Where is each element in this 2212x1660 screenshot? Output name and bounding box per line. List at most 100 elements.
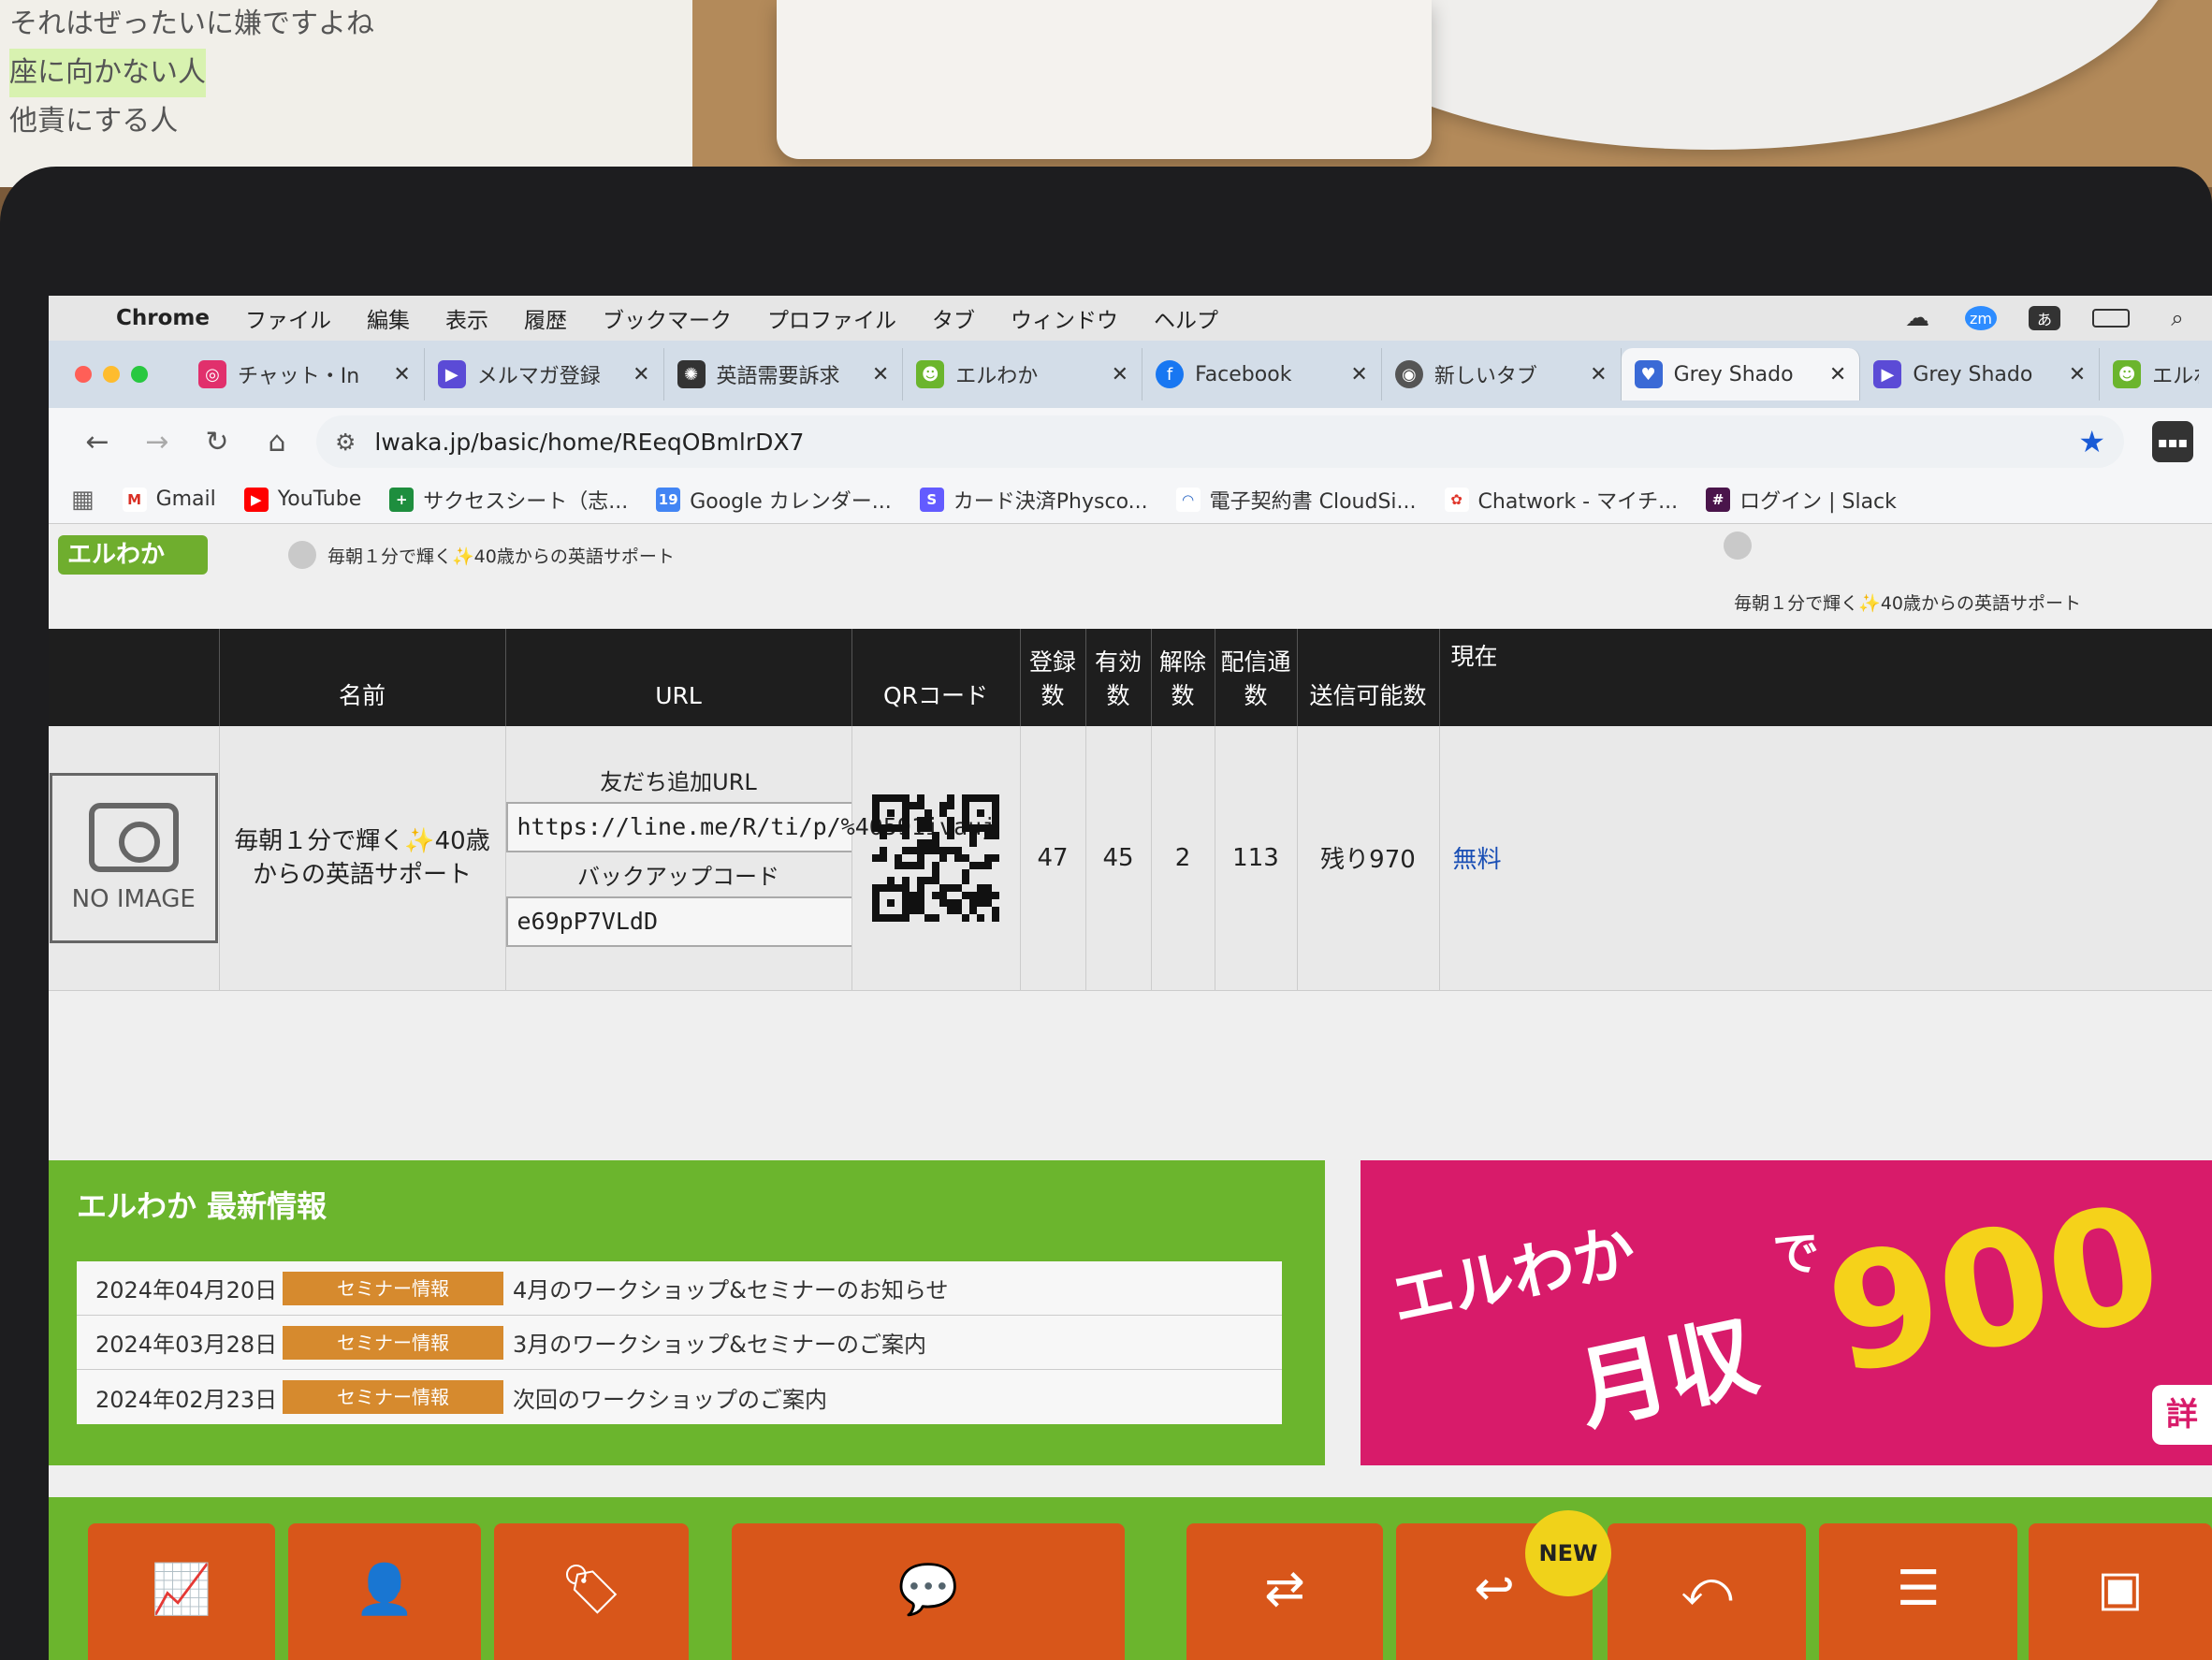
battery-icon[interactable] <box>2092 309 2130 328</box>
menu-view[interactable]: 表示 <box>445 302 488 334</box>
phone-stand <box>777 0 1432 159</box>
news-title-link[interactable]: 次回のワークショップのご案内 <box>513 1381 827 1414</box>
site-settings-icon[interactable]: ⚙ <box>335 429 356 456</box>
account-menu[interactable] <box>1724 531 1763 560</box>
qr-module <box>887 794 895 802</box>
zoom-icon[interactable]: zm <box>1965 306 1997 330</box>
input-method-icon[interactable]: あ <box>2029 306 2060 330</box>
tab-grey-shadow-2[interactable]: ▶ Grey Shado ✕ <box>1860 348 2101 400</box>
minimize-window-button[interactable] <box>103 366 120 383</box>
bookmark-card-payment[interactable]: S カード決済Physco... <box>919 485 1148 515</box>
bookmark-success-sheet[interactable]: + サクセスシート（志... <box>389 485 628 515</box>
qr-module <box>902 794 910 802</box>
qr-module <box>887 907 895 914</box>
bookmark-slack[interactable]: # ログイン | Slack <box>1706 485 1897 515</box>
reload-icon[interactable]: ↻ <box>187 426 247 459</box>
close-tab-icon[interactable]: ✕ <box>872 363 889 386</box>
news-title-link[interactable]: 4月のワークショップ&セミナーのお知らせ <box>513 1272 949 1304</box>
tab-erwaka[interactable]: ☻ エルわか ✕ <box>903 348 1143 400</box>
close-tab-icon[interactable]: ✕ <box>633 363 649 386</box>
bookmark-google-calendar[interactable]: 19 Google カレンダー... <box>656 485 892 515</box>
tab-grey-shadow-1[interactable]: ♥ Grey Shado ✕ <box>1621 348 1861 400</box>
cell-qr <box>851 726 1021 991</box>
qr-module <box>880 831 887 839</box>
chat-button[interactable]: 💬 <box>732 1523 1125 1660</box>
qr-module <box>872 816 880 824</box>
menu-profiles[interactable]: プロファイル <box>767 302 896 334</box>
bookmark-cloudsign[interactable]: ◠ 電子契約書 CloudSi... <box>1175 485 1417 515</box>
address-bar[interactable]: ⚙ lwaka.jp/basic/home/REeqOBmlrDX7 ★ <box>316 415 2124 468</box>
forward-arrow-icon[interactable]: → <box>127 426 187 459</box>
tags-button[interactable]: 🏷 <box>494 1523 689 1660</box>
tab-newsletter[interactable]: ▶ メルマガ登録 ✕ <box>425 348 664 400</box>
close-tab-icon[interactable]: ✕ <box>1829 363 1846 386</box>
qr-module <box>932 854 939 862</box>
qr-module <box>984 891 992 899</box>
tab-erwaka-2[interactable]: ☻ エルわ <box>2100 348 2212 400</box>
image-button[interactable]: ▣ <box>2029 1523 2212 1660</box>
tab-facebook[interactable]: f Facebook ✕ <box>1142 348 1382 400</box>
video-icon: ▶ <box>1873 360 1902 388</box>
tab-new-tab[interactable]: ◉ 新しいタブ ✕ <box>1382 348 1622 400</box>
home-icon[interactable]: ⌂ <box>247 426 307 459</box>
menu-file[interactable]: ファイル <box>245 302 331 334</box>
close-tab-icon[interactable]: ✕ <box>1350 363 1367 386</box>
heart-icon: ♥ <box>1634 360 1663 388</box>
qr-module <box>962 794 969 802</box>
qr-module <box>962 832 969 839</box>
friend-stats-button[interactable]: 📈 <box>88 1523 275 1660</box>
tab-instagram-chat[interactable]: ◎ チャット・In ✕ <box>185 348 425 400</box>
qr-module <box>954 809 962 817</box>
menu-edit[interactable]: 編集 <box>367 302 410 334</box>
news-panel: エルわか 最新情報 2024年04月20日 セミナー情報 4月のワークショップ&… <box>49 1160 1325 1465</box>
menu-tab[interactable]: タブ <box>932 302 975 334</box>
news-item[interactable]: 2024年04月20日 セミナー情報 4月のワークショップ&セミナーのお知らせ <box>77 1261 1282 1316</box>
undo-button[interactable]: ⤺ <box>1608 1523 1806 1660</box>
qr-module <box>947 877 954 884</box>
cell-plan[interactable]: 無料 <box>1439 726 2212 991</box>
menu-app-name[interactable]: Chrome <box>116 306 210 330</box>
account-selector[interactable]: 毎朝１分で輝く✨40歳からの英語サポート <box>288 541 675 569</box>
no-image-placeholder[interactable]: NO IMAGE <box>49 772 218 943</box>
friends-list-button[interactable]: 👤 <box>288 1523 481 1660</box>
close-window-button[interactable] <box>75 366 92 383</box>
qr-module <box>984 877 992 884</box>
news-title-link[interactable]: 3月のワークショップ&セミナーのご案内 <box>513 1326 926 1359</box>
qr-code[interactable] <box>872 794 999 922</box>
back-arrow-icon[interactable]: ← <box>67 426 127 459</box>
spotlight-search-icon[interactable]: ⌕ <box>2161 305 2193 331</box>
menu-bookmarks[interactable]: ブックマーク <box>603 302 732 334</box>
menu-history[interactable]: 履歴 <box>524 302 567 334</box>
close-tab-icon[interactable]: ✕ <box>1112 363 1128 386</box>
gmail-icon: M <box>122 487 147 512</box>
creative-cloud-icon[interactable]: ☁ <box>1901 304 1933 332</box>
bookmark-star-icon[interactable]: ★ <box>2078 424 2105 459</box>
tab-chatgpt[interactable]: ✺ 英語需要訴求 ✕ <box>664 348 904 400</box>
qr-module <box>969 914 977 922</box>
qr-module <box>932 907 939 914</box>
zoom-window-button[interactable] <box>131 366 148 383</box>
close-tab-icon[interactable]: ✕ <box>2069 363 2086 386</box>
bookmark-chatwork[interactable]: ✿ Chatwork - マイチ... <box>1444 485 1678 515</box>
menu-help[interactable]: ヘルプ <box>1154 302 1218 334</box>
bookmark-gmail[interactable]: M Gmail <box>122 487 216 512</box>
close-tab-icon[interactable]: ✕ <box>1590 363 1607 386</box>
close-tab-icon[interactable]: ✕ <box>393 363 410 386</box>
erwaka-logo[interactable]: エルわか <box>58 535 208 575</box>
address-url[interactable]: lwaka.jp/basic/home/REeqOBmlrDX7 <box>374 429 804 456</box>
calendar-icon: 19 <box>656 487 681 512</box>
promo-banner[interactable]: エルわか で 月収 900 詳 <box>1361 1160 2212 1465</box>
news-item[interactable]: 2024年02月23日 セミナー情報 次回のワークショップのご案内 <box>77 1370 1282 1424</box>
shuffle-button[interactable]: ⇄ <box>1186 1523 1383 1660</box>
list-button[interactable]: ☰ <box>1819 1523 2017 1660</box>
menu-window[interactable]: ウィンドウ <box>1011 302 1118 334</box>
apps-grid-icon[interactable]: ▦ <box>71 486 95 514</box>
news-item[interactable]: 2024年03月28日 セミナー情報 3月のワークショップ&セミナーのご案内 <box>77 1316 1282 1370</box>
extension-icon[interactable]: ▪▪▪ <box>2152 421 2193 462</box>
qr-module <box>880 809 887 817</box>
qr-module <box>992 862 999 869</box>
bookmark-youtube[interactable]: ▶ YouTube <box>243 487 361 512</box>
qr-module <box>872 808 880 817</box>
qr-module <box>902 898 910 907</box>
banner-detail-button[interactable]: 詳 <box>2152 1385 2212 1445</box>
